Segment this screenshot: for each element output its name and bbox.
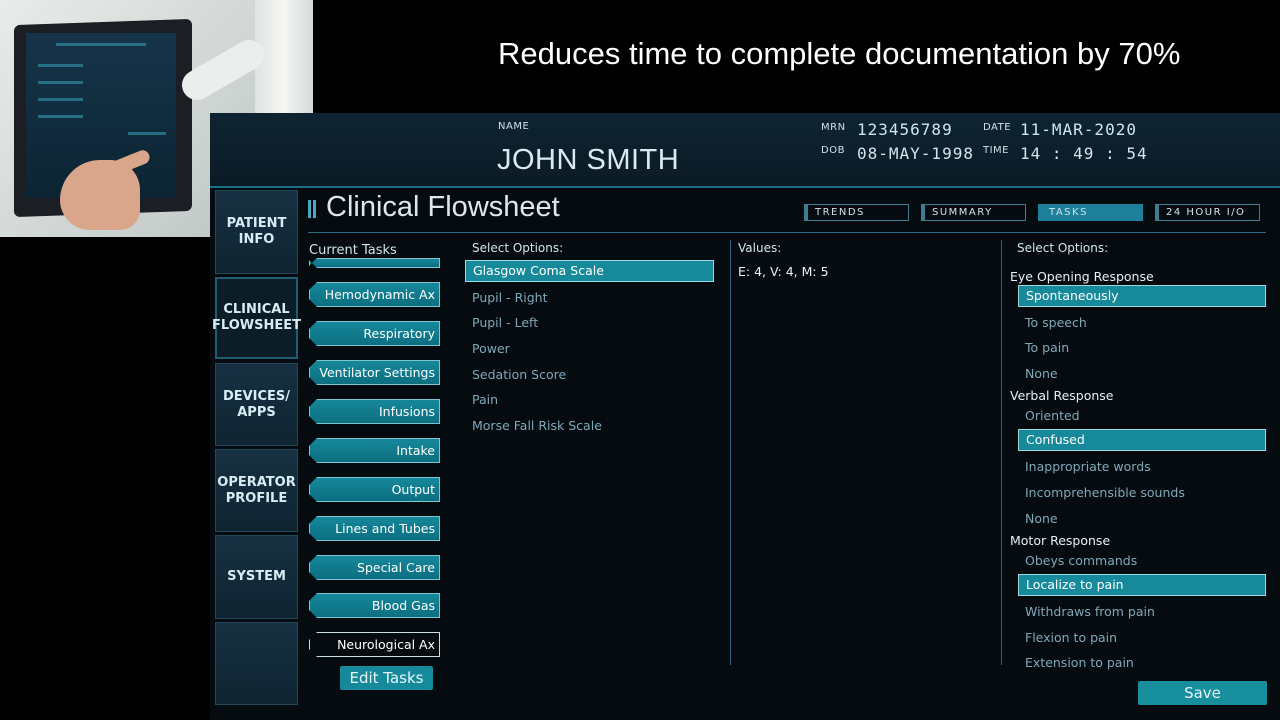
page-title: Clinical Flowsheet xyxy=(326,191,560,223)
task-neurological-ax[interactable]: Neurological Ax xyxy=(309,632,440,657)
current-tasks-label: Current Tasks xyxy=(309,243,397,258)
option-sedation-score[interactable]: Sedation Score xyxy=(472,367,566,382)
mrn-label: MRN xyxy=(821,122,846,133)
verbal-option-none[interactable]: None xyxy=(1025,511,1058,526)
nav-label: OPERATOR xyxy=(217,474,296,490)
nav-system[interactable]: SYSTEM xyxy=(215,535,298,619)
tab-tasks[interactable]: TASKS xyxy=(1038,204,1143,221)
column-divider xyxy=(1001,240,1002,665)
nav-operator-profile[interactable]: OPERATOR PROFILE xyxy=(215,449,298,532)
eye-opening-response-label: Eye Opening Response xyxy=(1010,269,1154,284)
task-scrolled-partial[interactable] xyxy=(309,258,440,268)
tab-24-hour-io[interactable]: 24 HOUR I/O xyxy=(1155,204,1260,221)
values-label: Values: xyxy=(738,241,782,255)
nav-label: DEVICES/ xyxy=(222,388,291,404)
patient-name: JOHN SMITH xyxy=(497,144,680,176)
nav-empty-slot xyxy=(215,622,298,705)
task-output[interactable]: Output xyxy=(309,477,440,502)
motor-option-flexion-to-pain[interactable]: Flexion to pain xyxy=(1025,630,1117,645)
option-glasgow-coma-scale[interactable]: Glasgow Coma Scale xyxy=(465,260,714,282)
nav-patient-info[interactable]: PATIENT INFO xyxy=(215,190,298,274)
task-hemodynamic-ax[interactable]: Hemodynamic Ax xyxy=(309,282,440,307)
option-pain[interactable]: Pain xyxy=(472,392,498,407)
task-intake[interactable]: Intake xyxy=(309,438,440,463)
motor-response-label: Motor Response xyxy=(1010,533,1111,548)
nav-label: FLOWSHEET xyxy=(212,318,301,333)
task-special-care[interactable]: Special Care xyxy=(309,555,440,580)
dob-value: 08-MAY-1998 xyxy=(857,144,974,163)
column-divider xyxy=(730,240,731,665)
tab-trends[interactable]: TRENDS xyxy=(804,204,909,221)
nav-label: CLINICAL xyxy=(223,302,290,317)
eye-option-none[interactable]: None xyxy=(1025,366,1058,381)
time-value: 14 : 49 : 54 xyxy=(1020,144,1148,163)
verbal-option-oriented[interactable]: Oriented xyxy=(1025,408,1080,423)
task-blood-gas[interactable]: Blood Gas xyxy=(309,593,440,618)
option-pupil-right[interactable]: Pupil - Right xyxy=(472,290,548,305)
date-value: 11-MAR-2020 xyxy=(1020,120,1137,139)
nav-label: SYSTEM xyxy=(227,569,286,584)
verbal-option-confused[interactable]: Confused xyxy=(1018,429,1266,451)
mrn-value: 123456789 xyxy=(857,120,953,139)
eye-option-spontaneously[interactable]: Spontaneously xyxy=(1018,285,1266,307)
motor-option-obeys-commands[interactable]: Obeys commands xyxy=(1025,553,1137,568)
nav-clinical-flowsheet[interactable]: CLINICAL FLOWSHEET xyxy=(212,277,301,359)
tab-summary[interactable]: SUMMARY xyxy=(921,204,1026,221)
headline: Reduces time to complete documentation b… xyxy=(498,36,1181,71)
eye-option-to-pain[interactable]: To pain xyxy=(1025,340,1069,355)
right-select-options-label: Select Options: xyxy=(1017,241,1109,255)
task-respiratory[interactable]: Respiratory xyxy=(309,321,440,346)
save-button[interactable]: Save xyxy=(1138,681,1267,705)
time-label: TIME xyxy=(983,145,1010,156)
option-power[interactable]: Power xyxy=(472,341,510,356)
task-lines-and-tubes[interactable]: Lines and Tubes xyxy=(309,516,440,541)
task-ventilator-settings[interactable]: Ventilator Settings xyxy=(309,360,440,385)
verbal-response-label: Verbal Response xyxy=(1010,388,1114,403)
option-pupil-left[interactable]: Pupil - Left xyxy=(472,315,538,330)
motor-option-extension-to-pain[interactable]: Extension to pain xyxy=(1025,655,1134,670)
nav-label: PATIENT xyxy=(226,216,287,231)
name-label: NAME xyxy=(498,121,530,132)
values-text: E: 4, V: 4, M: 5 xyxy=(738,264,829,279)
dob-label: DOB xyxy=(821,145,845,156)
date-label: DATE xyxy=(983,122,1012,133)
motor-option-localize-to-pain[interactable]: Localize to pain xyxy=(1018,574,1266,596)
task-infusions[interactable]: Infusions xyxy=(309,399,440,424)
nav-devices-apps[interactable]: DEVICES/APPS xyxy=(215,363,298,446)
eye-option-to-speech[interactable]: To speech xyxy=(1025,315,1087,330)
title-divider xyxy=(308,232,1266,233)
nav-label: APPS xyxy=(237,404,276,420)
edit-tasks-button[interactable]: Edit Tasks xyxy=(340,666,433,690)
nav-label: INFO xyxy=(238,232,275,247)
verbal-option-inappropriate-words[interactable]: Inappropriate words xyxy=(1025,459,1151,474)
option-morse-fall-risk-scale[interactable]: Morse Fall Risk Scale xyxy=(472,418,602,433)
nav-label: PROFILE xyxy=(225,490,288,506)
select-options-label: Select Options: xyxy=(472,241,564,255)
motor-option-withdraws-from-pain[interactable]: Withdraws from pain xyxy=(1025,604,1155,619)
title-marker-icon xyxy=(308,200,316,218)
verbal-option-incomprehensible-sounds[interactable]: Incomprehensible sounds xyxy=(1025,485,1185,500)
